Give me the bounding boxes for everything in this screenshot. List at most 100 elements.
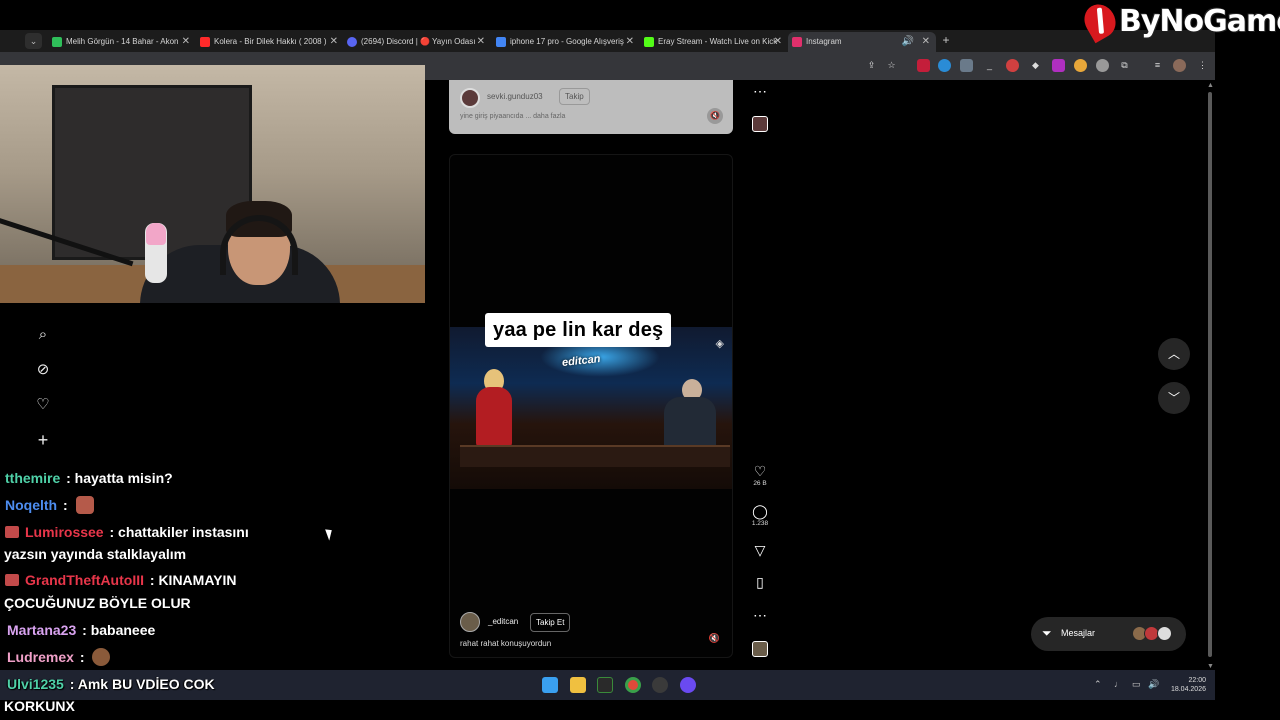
chrome-icon[interactable]: [625, 677, 641, 693]
adblock-extension-icon[interactable]: [917, 59, 930, 72]
browser-menu-icon[interactable]: ⋮: [1196, 59, 1209, 72]
video-desk: [460, 445, 730, 467]
comment-button[interactable]: ◯ 1.238: [748, 503, 772, 527]
heart-icon: ♡: [753, 463, 767, 479]
audio-thumbnail[interactable]: [752, 116, 768, 132]
explore-compass-icon[interactable]: ⊘: [34, 361, 52, 379]
chat-username: tthemire: [5, 470, 61, 486]
sub-badge-icon: [5, 526, 19, 538]
tab-google-shopping[interactable]: iphone 17 pro - Google Alışveriş ✕: [492, 32, 640, 52]
comment-bubble-icon: ◯: [752, 503, 768, 519]
reel-caption[interactable]: rahat rahat konuşuyordun: [460, 639, 551, 648]
chat-username: Ulvi1235: [7, 676, 64, 692]
tab-search-chevron-icon[interactable]: ⌄: [25, 33, 42, 49]
chat-username: Noqelth: [5, 497, 58, 513]
audio-thumbnail[interactable]: [752, 641, 768, 657]
volume-tray-icon[interactable]: 🔊: [1148, 679, 1159, 690]
network-tray-icon[interactable]: ▭: [1132, 679, 1141, 690]
tab-kick-stream[interactable]: Eray Stream - Watch Live on Kick ✕: [640, 32, 788, 52]
mic-tray-icon[interactable]: ♩: [1114, 679, 1123, 689]
follow-button[interactable]: Takip: [559, 88, 590, 105]
create-plus-icon[interactable]: +: [34, 431, 52, 449]
chat-text: : chattakiler instasını: [109, 524, 249, 540]
messages-button[interactable]: ⏷ Mesajlar: [1031, 617, 1186, 651]
reel-card-current[interactable]: editcan ◈ yaa pe lin kar deş _editcan Ta…: [449, 154, 733, 658]
search-icon[interactable]: ⌕: [34, 326, 52, 344]
browser-tab-bar: ⌄ Melih Görgün - 14 Bahar - Akon ✕ Koler…: [0, 30, 1215, 52]
chat-text: : KINAMAYIN: [149, 572, 237, 588]
tab-close-icon[interactable]: ✕: [922, 32, 930, 52]
more-options-icon[interactable]: ⋯: [748, 607, 772, 623]
scroll-up-icon[interactable]: ▲: [1207, 82, 1214, 89]
tab-melih-gorgun[interactable]: Melih Görgün - 14 Bahar - Akon ✕: [48, 32, 196, 52]
save-button[interactable]: ▯: [748, 574, 772, 590]
mute-icon[interactable]: 🔇: [709, 633, 720, 644]
tab-kolera[interactable]: Kolera - Bir Dilek Hakkı ( 2008 ) ✕: [196, 32, 344, 52]
tab-close-icon[interactable]: ✕: [330, 32, 338, 52]
notifications-heart-icon[interactable]: ♡: [34, 396, 52, 414]
previous-reel-button[interactable]: ︿: [1158, 338, 1190, 370]
discord-taskbar-icon[interactable]: [680, 677, 696, 693]
avatar[interactable]: [460, 88, 480, 108]
extension-icon[interactable]: [1006, 59, 1019, 72]
file-explorer-icon[interactable]: [570, 677, 586, 693]
chat-text: : babaneee: [82, 622, 156, 638]
more-options-icon[interactable]: ⋯: [748, 83, 772, 99]
tab-close-icon[interactable]: ✕: [182, 32, 190, 52]
reel-username[interactable]: _editcan: [488, 617, 518, 626]
tab-instagram[interactable]: Instagram 🔊 ✕: [788, 32, 936, 52]
next-reel-button[interactable]: ﹀: [1158, 382, 1190, 414]
tray-chevron-icon[interactable]: ⌃: [1094, 679, 1102, 690]
reel-caption[interactable]: yine giriş piyaancıda ... daha fazla: [460, 113, 565, 120]
scrollbar-thumb[interactable]: [1208, 92, 1212, 657]
install-app-icon[interactable]: ⇪: [865, 59, 878, 72]
bookmark-star-icon[interactable]: ☆: [885, 59, 898, 72]
chat-message: GrandTheftAutoIII : KINAMAYIN: [5, 570, 237, 590]
mute-icon[interactable]: 🔇: [707, 108, 723, 124]
chat-message: Ulvi1235 : Amk BU VDİEO COK: [7, 674, 215, 694]
messages-label: Mesajlar: [1061, 628, 1096, 638]
share-button[interactable]: ▽: [748, 542, 772, 558]
avatar: [1157, 626, 1172, 641]
reel-video[interactable]: editcan ◈: [450, 327, 732, 489]
clock-date: 18.04.2026: [1170, 686, 1206, 693]
tab-close-icon[interactable]: ✕: [774, 32, 782, 52]
streamer-webcam: [0, 65, 425, 303]
extension-icon[interactable]: _: [983, 59, 996, 72]
tab-close-icon[interactable]: ✕: [477, 32, 485, 52]
youtube-favicon-icon: [200, 37, 210, 47]
chat-message: Lumirossee : chattakiler instasını: [5, 522, 249, 542]
new-tab-button[interactable]: +: [938, 33, 954, 47]
like-button[interactable]: ♡ 26 B: [748, 463, 772, 487]
avatar[interactable]: [460, 612, 480, 632]
reel-card-previous[interactable]: sevki.gunduz03 Takip yine giriş piyaancı…: [449, 80, 733, 134]
tab-close-icon[interactable]: ✕: [626, 32, 634, 52]
extension-icon[interactable]: ◆: [1029, 59, 1042, 72]
scroll-down-icon[interactable]: ▼: [1207, 663, 1214, 670]
extension-icon[interactable]: [960, 59, 973, 72]
system-clock[interactable]: 22:00 18.04.2026: [1170, 676, 1206, 694]
extension-icon[interactable]: [1096, 59, 1109, 72]
follow-button[interactable]: Takip Et: [530, 613, 571, 632]
chat-message: Noqelth :: [5, 495, 94, 515]
terminal-icon[interactable]: [597, 677, 613, 693]
obs-icon[interactable]: [652, 677, 668, 693]
profile-avatar[interactable]: [1173, 59, 1186, 72]
reading-list-icon[interactable]: ≡: [1151, 59, 1164, 72]
chat-message-continued: KORKUNX: [4, 698, 75, 714]
chat-message: Martana23 : babaneee: [7, 620, 155, 640]
tab-audio-icon[interactable]: 🔊: [902, 32, 914, 52]
chat-username: Lumirossee: [25, 524, 104, 540]
chat-message-continued: ÇOCUĞUNUZ BÖYLE OLUR: [4, 595, 191, 611]
instagram-favicon-icon: [792, 37, 802, 47]
extension-icon[interactable]: [938, 59, 951, 72]
extensions-puzzle-icon[interactable]: ⧉: [1118, 59, 1131, 72]
chat-message: tthemire : hayatta misin?: [5, 468, 173, 488]
page-scrollbar[interactable]: ▲ ▼: [1205, 82, 1215, 670]
extension-icon[interactable]: [1074, 59, 1087, 72]
reel-username[interactable]: sevki.gunduz03: [487, 92, 543, 101]
windows-start-icon[interactable]: [542, 677, 558, 693]
extension-icon[interactable]: [1052, 59, 1065, 72]
tab-discord[interactable]: (2694) Discord | 🔴 Yayın Odası ✕: [343, 32, 491, 52]
comment-count: 1.238: [751, 520, 769, 527]
